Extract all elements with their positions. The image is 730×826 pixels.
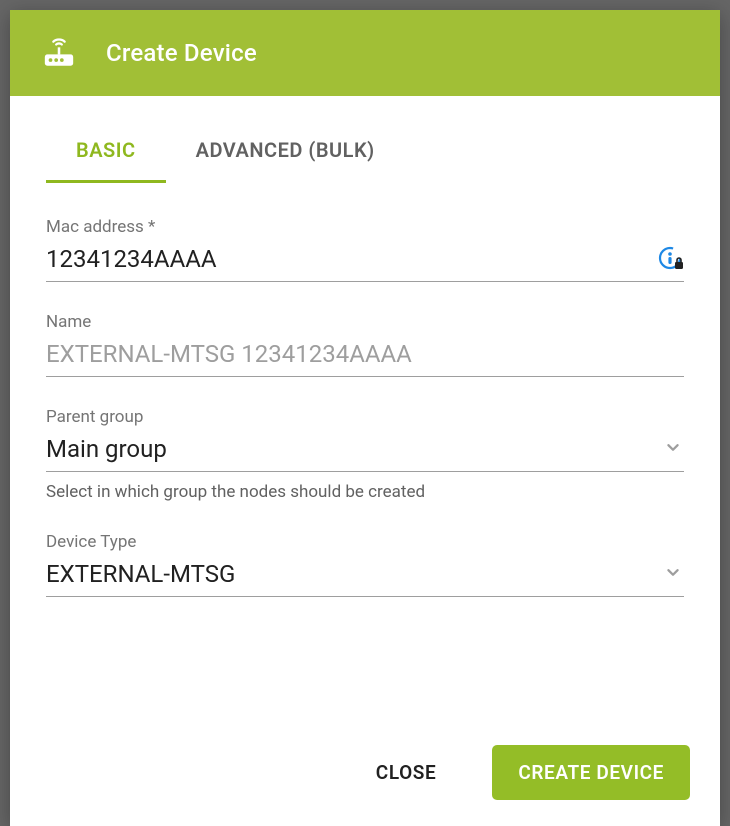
parent-group-select[interactable]: Main group [46,433,684,472]
name-label: Name [46,312,684,332]
dialog-title: Create Device [106,39,257,67]
chevron-down-icon [662,561,684,587]
device-type-label: Device Type [46,532,684,552]
parent-group-helper: Select in which group the nodes should b… [46,482,684,502]
dialog-header: Create Device [10,10,720,96]
parent-group-label: Parent group [46,407,684,427]
create-device-button[interactable]: CREATE DEVICE [492,745,690,800]
name-input[interactable] [46,338,684,370]
create-device-dialog: Create Device BASIC ADVANCED (BULK) Mac … [10,10,720,826]
field-name: Name [46,312,684,377]
device-type-value: EXTERNAL-MTSG [46,558,662,590]
field-mac-address: Mac address * [46,217,684,282]
dialog-actions: CLOSE CREATE DEVICE [10,723,720,826]
close-button[interactable]: CLOSE [350,745,463,800]
tab-basic[interactable]: BASIC [46,126,166,183]
mac-address-label: Mac address * [46,217,684,237]
tab-advanced-bulk[interactable]: ADVANCED (BULK) [166,126,405,183]
password-manager-icon[interactable] [658,246,684,272]
tabs: BASIC ADVANCED (BULK) [10,96,720,183]
router-icon [42,36,76,70]
parent-group-value: Main group [46,433,662,465]
field-device-type: Device Type EXTERNAL-MTSG [46,532,684,597]
mac-address-input[interactable] [46,243,658,275]
chevron-down-icon [662,436,684,462]
field-parent-group: Parent group Main group Select in which … [46,407,684,502]
device-type-select[interactable]: EXTERNAL-MTSG [46,558,684,597]
form-body: Mac address * Name [10,183,720,723]
